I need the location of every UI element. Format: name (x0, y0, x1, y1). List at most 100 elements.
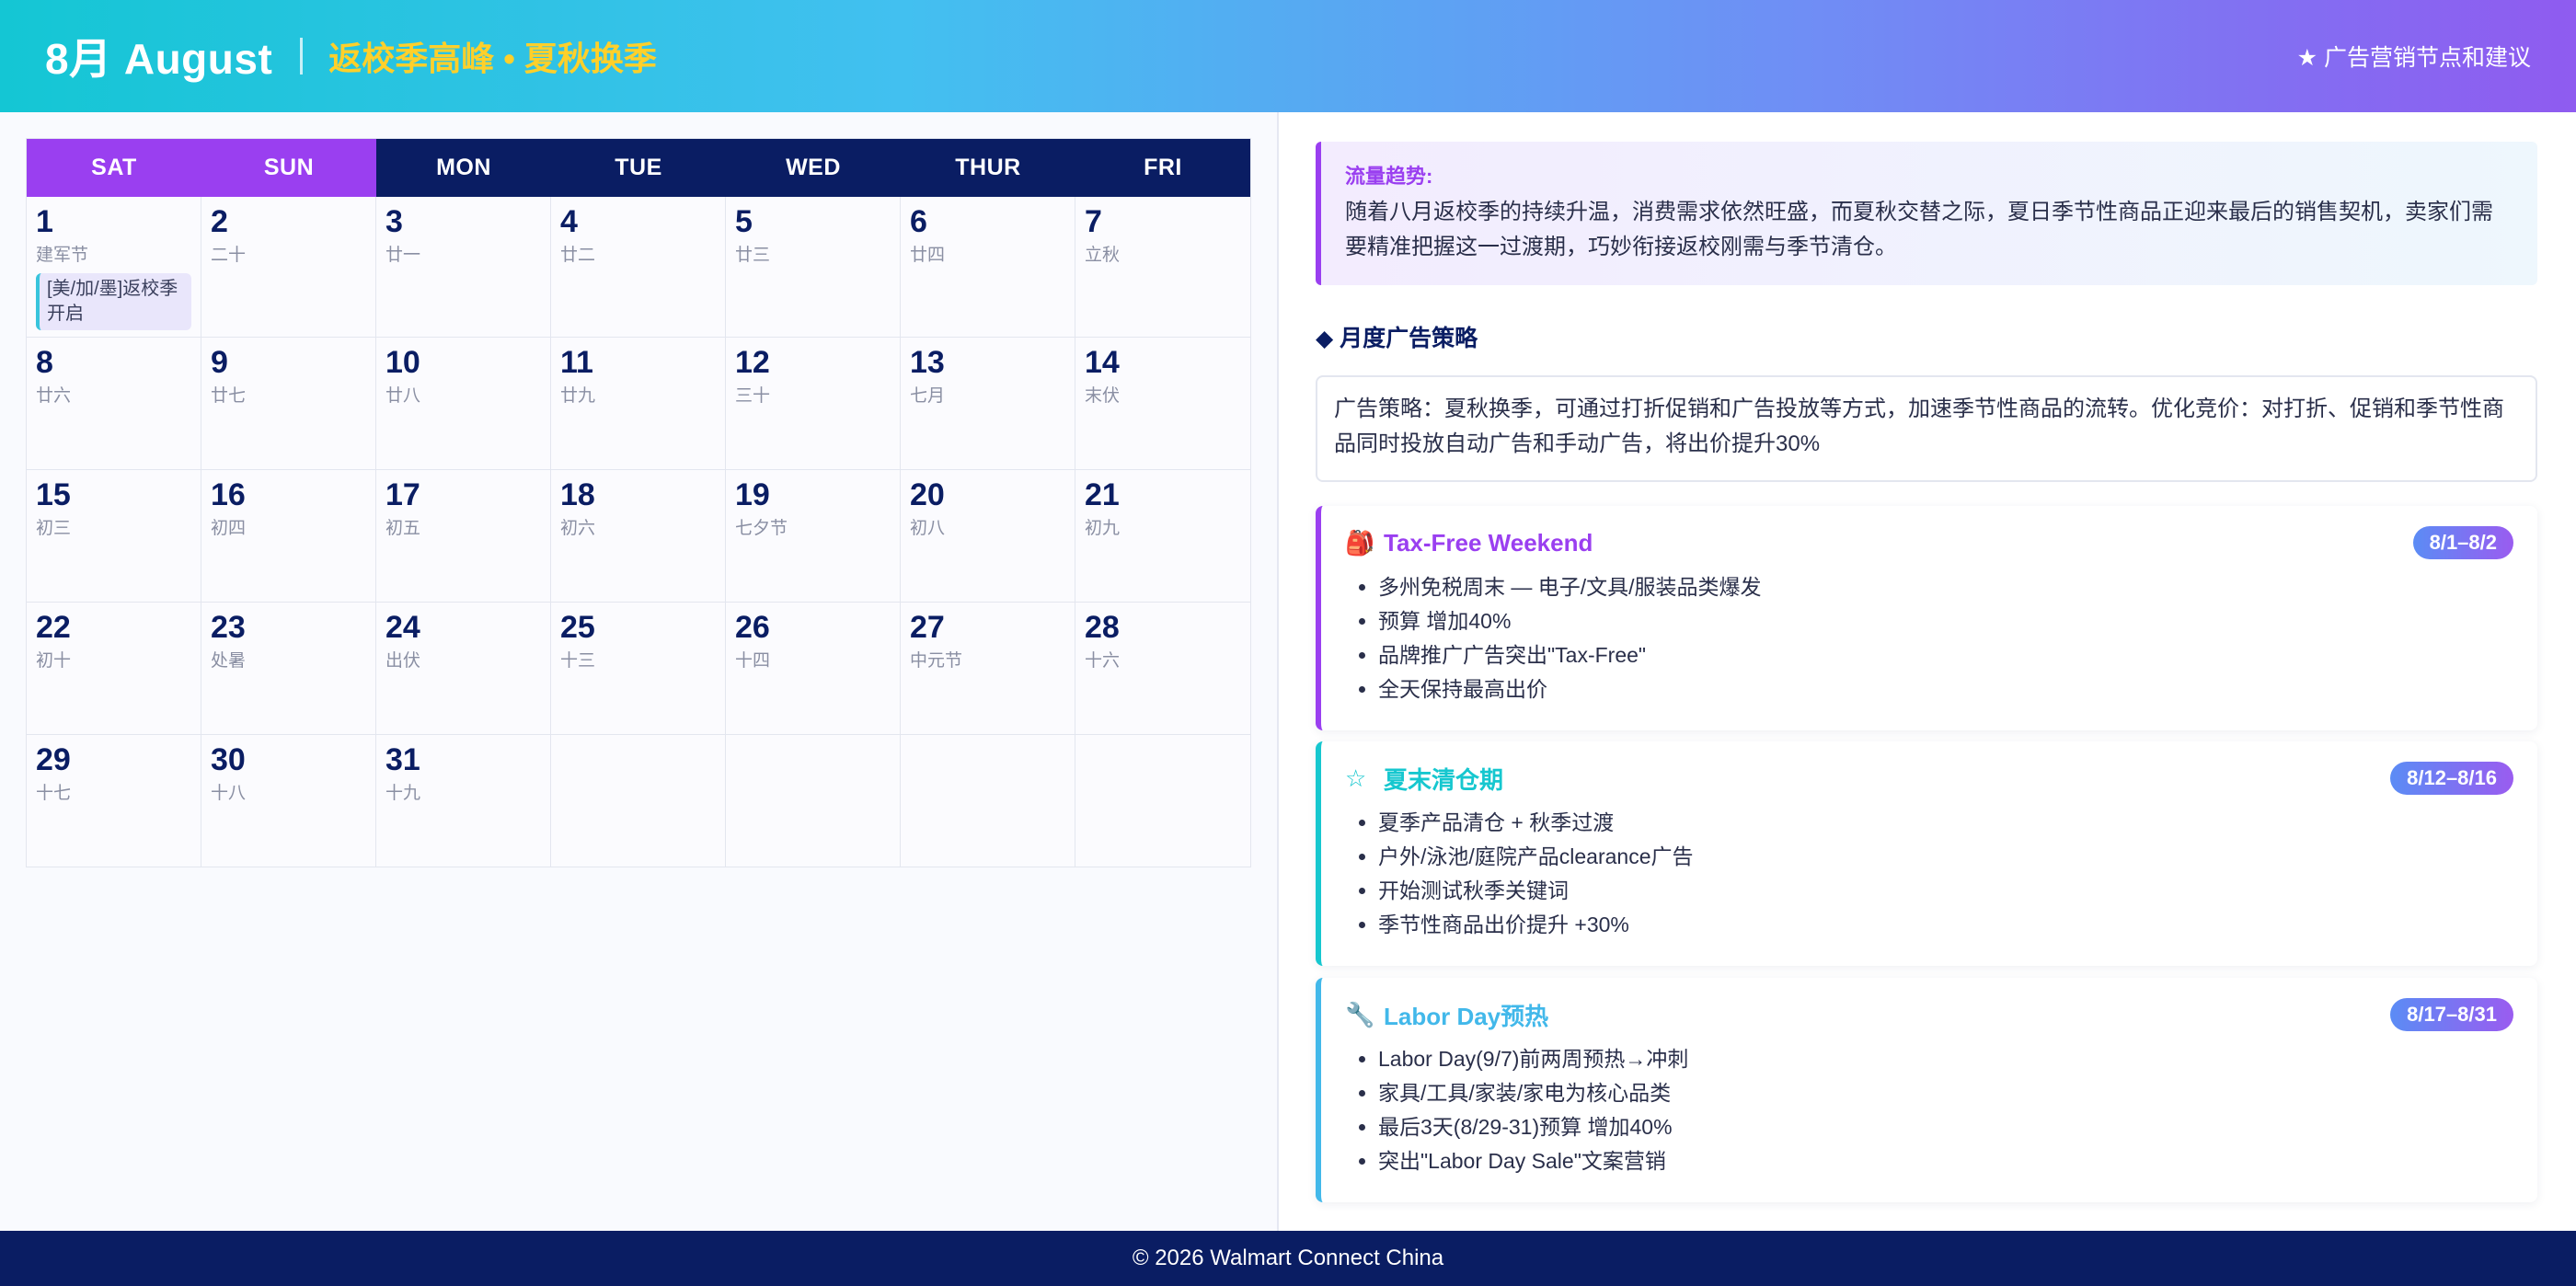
date-range-badge: 8/17–8/31 (2390, 998, 2513, 1031)
lunar-date: 七月 (910, 385, 946, 406)
page-footer: © 2026 Walmart Connect China (0, 1231, 2576, 1286)
calendar-day-9[interactable]: 9 廿七 (201, 338, 376, 469)
calendar-day-7[interactable]: 7 立秋 (1075, 197, 1250, 337)
lunar-date: 初五 (385, 518, 421, 538)
calendar-week-row: 29 十七 30 十八 31 十九 (27, 734, 1250, 867)
day-number: 23 (211, 610, 246, 645)
day-number: 16 (211, 477, 246, 512)
event-card-list-item: 家具/工具/家装/家电为核心品类 (1378, 1076, 2513, 1110)
calendar-day-1[interactable]: 1 建军节 [美/加/墨]返校季开启 (27, 197, 201, 337)
event-card: 🔧 Labor Day预热 8/17–8/31 Labor Day(9/7)前两周预热… (1316, 978, 2537, 1202)
lunar-date: 初四 (211, 518, 247, 538)
lunar-date: 处暑 (211, 650, 247, 671)
lunar-date: 十六 (1085, 650, 1121, 671)
day-number: 18 (560, 477, 595, 512)
strategy-title: ◆ 月度广告策略 (1316, 326, 1478, 351)
lunar-date: 十九 (385, 783, 421, 803)
header-right-label: ★ 广告营销节点和建议 (2296, 45, 2531, 71)
event-card-header: ☆ 夏末清仓期 8/12–8/16 (1345, 760, 2513, 797)
calendar-day-20[interactable]: 20 初八 (901, 470, 1075, 602)
calendar-day-26[interactable]: 26 十四 (726, 603, 901, 734)
event-card-list: 多州免税周末 — 电子/文具/服装品类爆发预算 增加40%品牌推广广告突出"Ta… (1345, 570, 2513, 706)
day-number: 30 (211, 742, 246, 777)
calendar-day-10[interactable]: 10 廿八 (376, 338, 551, 469)
calendar-day-8[interactable]: 8 廿六 (27, 338, 201, 469)
calendar-day-3[interactable]: 3 廿一 (376, 197, 551, 337)
calendar-panel: SAT SUN MON TUE WED THUR FRI 1 建军节 [美/加/墨]返校季开启 2… (0, 112, 1279, 1231)
calendar-day-11[interactable]: 11 廿九 (551, 338, 726, 469)
info-panel: 流量趋势: 随着八月返校季的持续升温，消费需求依然旺盛，而夏秋交替之际，夏日季节… (1279, 112, 2576, 1231)
lunar-date: 廿四 (910, 245, 946, 265)
event-card-list-item: 全天保持最高出价 (1378, 672, 2513, 706)
calendar-day-15[interactable]: 15 初三 (27, 470, 201, 602)
day-number: 14 (1085, 345, 1120, 380)
event-card-list-item: 品牌推广广告突出"Tax-Free" (1378, 638, 2513, 672)
calendar-body: 1 建军节 [美/加/墨]返校季开启 2 二十 3 廿一 4 廿二 5 廿三 6 廿四 7 立秋 8 廿六 9 廿七… (27, 197, 1250, 867)
calendar-day-27[interactable]: 27 中元节 (901, 603, 1075, 734)
date-range-badge: 8/12–8/16 (2390, 762, 2513, 795)
day-number: 3 (385, 204, 403, 239)
page-title: 8月 August (45, 35, 273, 83)
calendar-day-28[interactable]: 28 十六 (1075, 603, 1250, 734)
calendar-day-6[interactable]: 6 廿四 (901, 197, 1075, 337)
lunar-date: 十三 (560, 650, 596, 671)
lunar-date: 初八 (910, 518, 946, 538)
page-subtitle: 返校季高峰 • 夏秋换季 (328, 40, 657, 77)
day-number: 17 (385, 477, 420, 512)
calendar-day-31[interactable]: 31 十九 (376, 735, 551, 867)
trend-text: 随着八月返校季的持续升温，消费需求依然旺盛，而夏秋交替之际，夏日季节性商品正迎来… (1345, 200, 2493, 260)
event-card-list-item: Labor Day(9/7)前两周预热→冲刺 (1378, 1042, 2513, 1076)
event-card-list-item: 开始测试秋季关键词 (1378, 874, 2513, 908)
traffic-trend-box: 流量趋势: 随着八月返校季的持续升温，消费需求依然旺盛，而夏秋交替之际，夏日季节… (1316, 142, 2537, 285)
lunar-date: 廿六 (36, 385, 72, 406)
weekday-sat: SAT (27, 139, 201, 197)
calendar-day-4[interactable]: 4 廿二 (551, 197, 726, 337)
day-number: 10 (385, 345, 420, 380)
calendar-day-22[interactable]: 22 初十 (27, 603, 201, 734)
strategy-box: 广告策略：夏秋换季，可通过打折促销和广告投放等方式，加速季节性商品的流转。优化竞… (1316, 375, 2537, 482)
calendar-day-24[interactable]: 24 出伏 (376, 603, 551, 734)
calendar-day-25[interactable]: 25 十三 (551, 603, 726, 734)
calendar-day-12[interactable]: 12 三十 (726, 338, 901, 469)
footer-text: © 2026 Walmart Connect China (1132, 1246, 1444, 1270)
calendar-week-row: 1 建军节 [美/加/墨]返校季开启 2 二十 3 廿一 4 廿二 5 廿三 6 廿四 7 立秋 (27, 197, 1250, 337)
lunar-date: 十七 (36, 783, 72, 803)
lunar-date: 初十 (36, 650, 72, 671)
calendar-day-16[interactable]: 16 初四 (201, 470, 376, 602)
calendar-day-17[interactable]: 17 初五 (376, 470, 551, 602)
calendar-day-30[interactable]: 30 十八 (201, 735, 376, 867)
calendar-empty-cell (551, 735, 726, 867)
calendar-day-2[interactable]: 2 二十 (201, 197, 376, 337)
calendar-day-21[interactable]: 21 初九 (1075, 470, 1250, 602)
lunar-date: 末伏 (1085, 385, 1121, 406)
calendar-day-29[interactable]: 29 十七 (27, 735, 201, 867)
calendar-day-14[interactable]: 14 末伏 (1075, 338, 1250, 469)
event-card-list-item: 预算 增加40% (1378, 604, 2513, 638)
event-card-list-item: 夏季产品清仓 + 秋季过渡 (1378, 806, 2513, 840)
day-number: 19 (735, 477, 770, 512)
lunar-date: 廿八 (385, 385, 421, 406)
calendar-day-5[interactable]: 5 廿三 (726, 197, 901, 337)
calendar-week-row: 22 初十 23 处暑 24 出伏 25 十三 26 十四 27 中元节 28 十六 (27, 602, 1250, 734)
lunar-date: 十四 (735, 650, 771, 671)
calendar-day-23[interactable]: 23 处暑 (201, 603, 376, 734)
day-number: 27 (910, 610, 945, 645)
calendar-empty-cell (726, 735, 901, 867)
day-number: 24 (385, 610, 420, 645)
event-card-title: 夏末清仓期 (1384, 765, 1504, 794)
event-card-title: Labor Day预热 (1384, 1002, 1549, 1030)
lunar-date: 二十 (211, 245, 247, 265)
event-card-header: 🔧 Labor Day预热 8/17–8/31 (1345, 996, 2513, 1033)
calendar-day-18[interactable]: 18 初六 (551, 470, 726, 602)
lunar-date: 七夕节 (735, 518, 788, 538)
day-number: 22 (36, 610, 71, 645)
backpack-icon: 🎒 (1345, 528, 1375, 557)
day-number: 28 (1085, 610, 1120, 645)
calendar-event-tag[interactable]: [美/加/墨]返校季开启 (36, 272, 191, 330)
day-number: 31 (385, 742, 420, 777)
calendar-day-19[interactable]: 19 七夕节 (726, 470, 901, 602)
calendar-day-13[interactable]: 13 七月 (901, 338, 1075, 469)
lunar-date: 中元节 (910, 650, 963, 671)
day-number: 2 (211, 204, 228, 239)
page-header: 8月 August 返校季高峰 • 夏秋换季 ★ 广告营销节点和建议 (0, 0, 2576, 112)
